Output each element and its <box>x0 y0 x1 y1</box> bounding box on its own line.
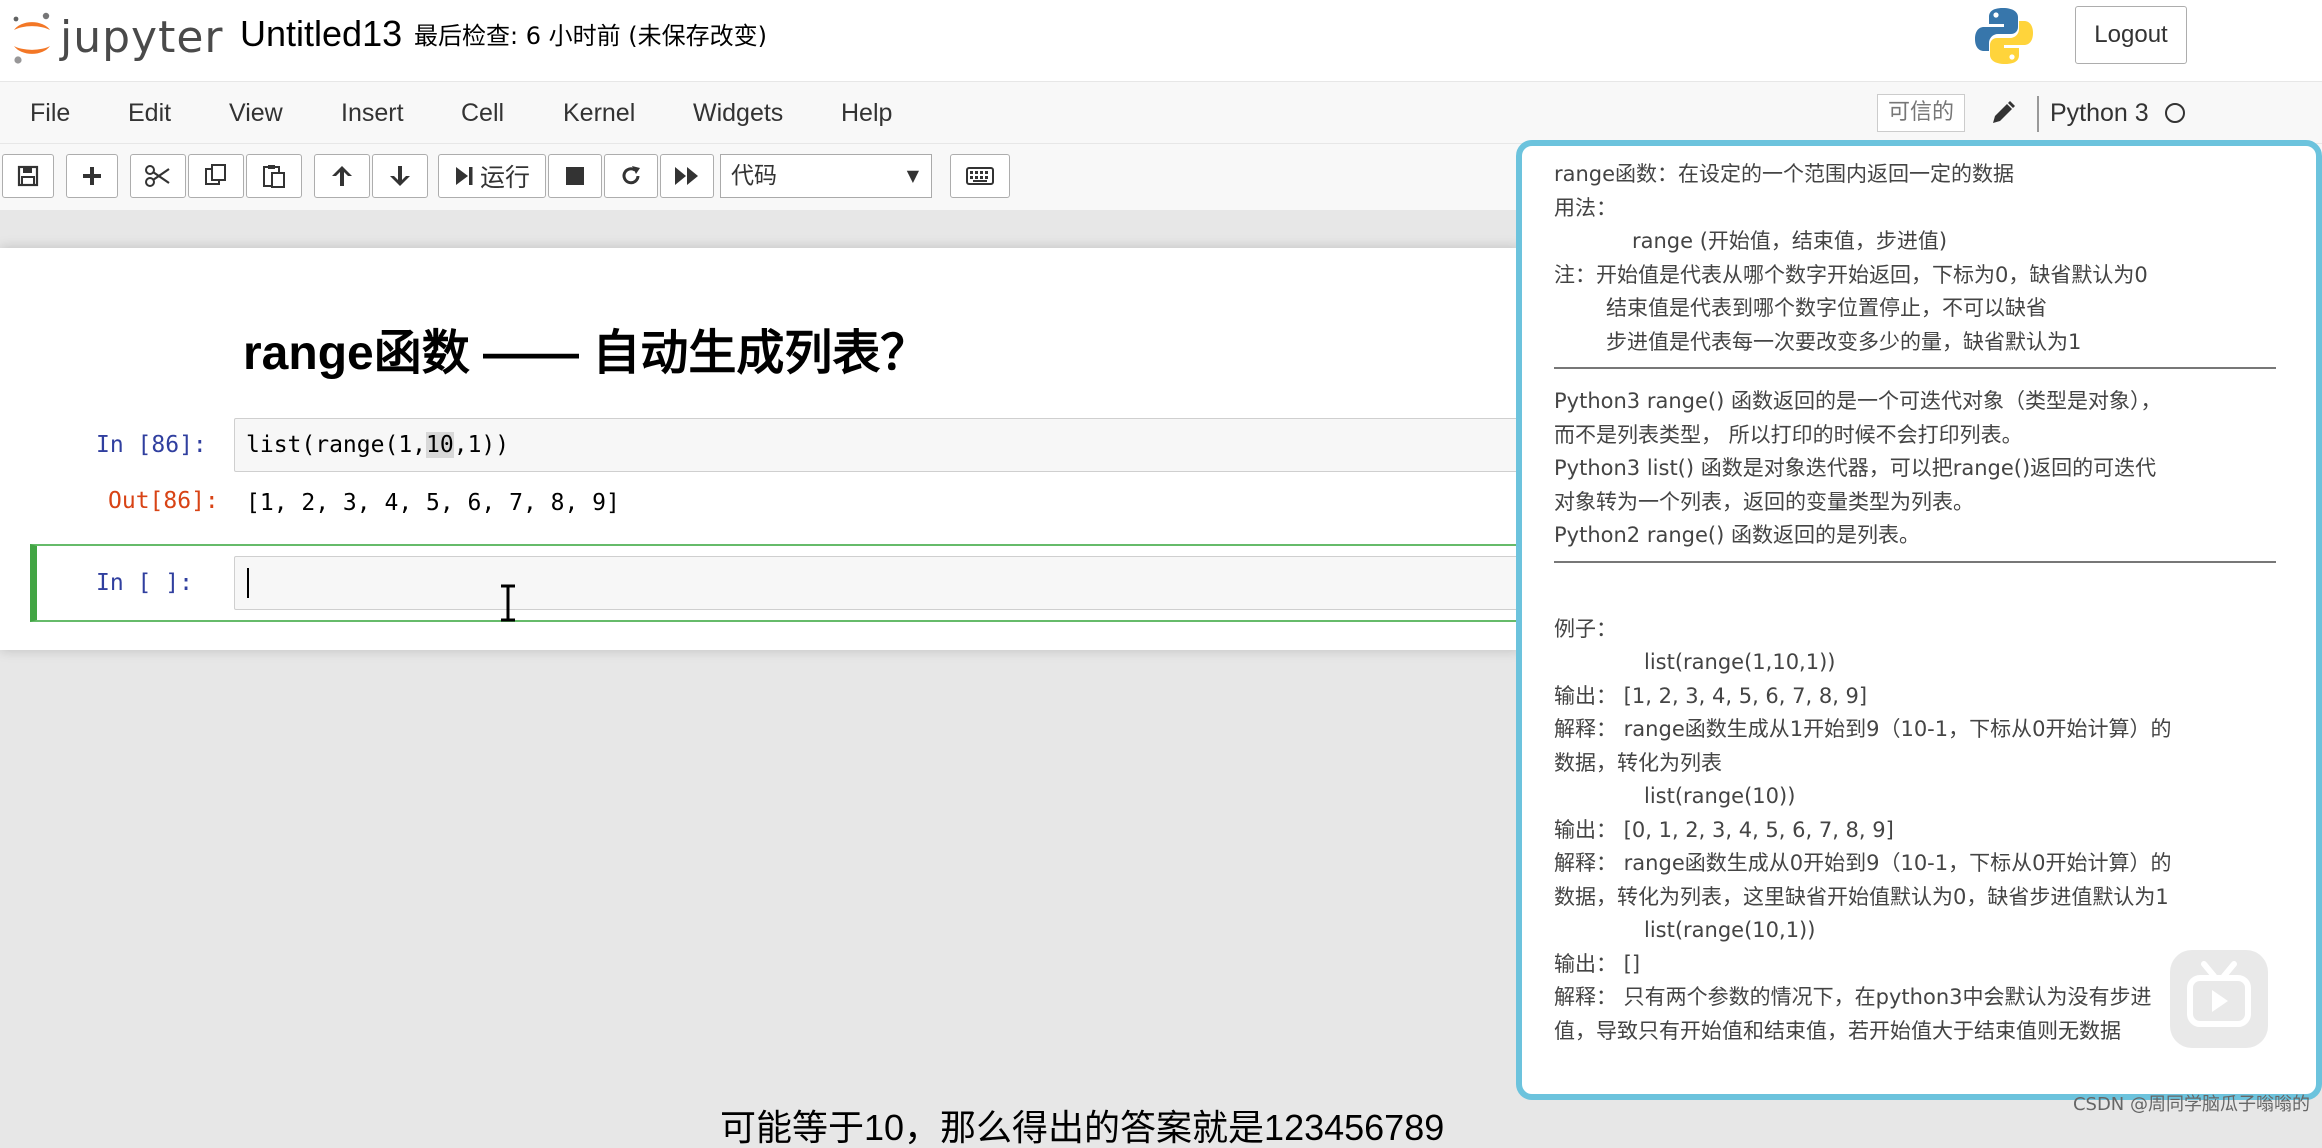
note-line: Python3 list() 函数是对象迭代器，可以把range()返回的可迭代 <box>1554 456 2157 480</box>
note-line: range函数：在设定的一个范围内返回一定的数据 <box>1554 162 2015 186</box>
checkpoint-status: 最后检查: 6 小时前 (未保存改变) <box>414 22 767 50</box>
note-line: Python3 range() 函数返回的是一个可迭代对象（类型是对象）， <box>1554 389 2162 413</box>
note-line: 输出： [1, 2, 3, 4, 5, 6, 7, 8, 9] <box>1554 683 1868 708</box>
note-line: Python2 range() 函数返回的是列表。 <box>1554 523 1920 547</box>
restart-button[interactable] <box>604 154 658 198</box>
pencil-icon[interactable] <box>1990 100 2016 126</box>
input-prompt-empty: In [ ]: <box>96 570 193 596</box>
note-line: 解释： range函数生成从1开始到9（10-1，下标从0开始计算）的 <box>1554 717 2172 741</box>
note-line: 步进值是代表每一次要改变多少的量，缺省默认为1 <box>1606 329 2082 354</box>
plus-icon <box>83 167 101 185</box>
logo-text: jupyter <box>60 12 224 63</box>
note-line: 而不是列表类型， 所以打印的时候不会打印列表。 <box>1554 422 2023 447</box>
kernel-idle-indicator <box>2165 103 2185 123</box>
run-button[interactable]: 运行 <box>438 154 546 198</box>
video-player-icon[interactable] <box>2170 950 2268 1048</box>
note-line: range (开始值，结束值，步进值) <box>1632 229 1948 253</box>
copy-icon <box>205 164 226 185</box>
copy-button[interactable] <box>188 154 244 198</box>
trusted-indicator[interactable]: 可信的 <box>1877 94 1966 132</box>
code-text-after: ,1)) <box>453 432 510 458</box>
menu-insert[interactable]: Insert <box>341 96 404 130</box>
note-line: 注：开始值是代表从哪个数字开始返回，下标为0，缺省默认为0 <box>1554 262 2148 287</box>
notes-content: range函数：在设定的一个范围内返回一定的数据 用法： range (开始值，… <box>1554 158 2314 1048</box>
code-line[interactable]: list(range(1,10,1)) <box>246 430 509 460</box>
run-label: 运行 <box>479 163 530 192</box>
save-button[interactable] <box>2 154 54 198</box>
paste-icon <box>263 165 285 188</box>
note-line: 数据，转化为列表 <box>1554 750 1722 775</box>
restart-run-all-button[interactable] <box>660 154 714 198</box>
bilibili-tv-icon <box>2187 961 2251 1027</box>
code-highlight: 10 <box>426 432 454 458</box>
note-line: 输出： [0, 1, 2, 3, 4, 5, 6, 7, 8, 9] <box>1554 817 1894 842</box>
jupyter-logo-icon <box>13 12 50 64</box>
ibeam-cursor-icon <box>501 584 515 622</box>
note-line: list(range(10,1)) <box>1644 918 1816 942</box>
note-line: 结束值是代表到哪个数字位置停止，不可以缺省 <box>1606 296 2047 320</box>
menu-cell[interactable]: Cell <box>461 96 504 130</box>
move-down-button[interactable] <box>372 154 428 198</box>
code-input-empty[interactable] <box>234 556 1524 610</box>
note-line: list(range(1,10,1)) <box>1644 650 1836 674</box>
divider <box>1554 560 2276 563</box>
divider <box>1554 367 2276 369</box>
menu-view[interactable]: View <box>229 96 283 130</box>
save-icon <box>17 165 39 187</box>
header: jupyter Untitled13 最后检查: 6 小时前 (未保存改变) L… <box>0 0 2322 82</box>
jupyter-logo[interactable]: jupyter <box>8 8 223 68</box>
interrupt-button[interactable] <box>548 154 602 198</box>
note-line: 用法： <box>1554 195 1617 220</box>
note-line: 数据，转化为列表，这里缺省开始值默认为0，缺省步进值默认为1 <box>1554 884 2169 909</box>
output-prompt: Out[86]: <box>108 488 219 514</box>
markdown-heading: range函数 —— 自动生成列表？ <box>243 327 929 380</box>
refresh-icon <box>622 166 640 185</box>
menu-help[interactable]: Help <box>841 96 892 130</box>
input-prompt: In [86]: <box>96 432 207 458</box>
python-logo-icon <box>1975 8 2033 64</box>
arrow-down-icon <box>390 166 410 186</box>
text-cursor <box>247 568 249 598</box>
chevron-down-icon: ▼ <box>906 166 919 185</box>
notebook-title[interactable]: Untitled13 <box>240 10 402 58</box>
cell-type-select[interactable]: 代码 ▼ <box>720 154 932 198</box>
video-subtitle: 可能等于10，那么得出的答案就是123456789 <box>720 1107 1445 1148</box>
keyboard-icon <box>966 167 994 185</box>
note-line: 解释： range函数生成从0开始到9（10-1，下标从0开始计算）的 <box>1554 851 2172 875</box>
arrow-up-icon <box>332 166 352 186</box>
menu-kernel[interactable]: Kernel <box>563 96 635 130</box>
code-text-before: list(range(1, <box>246 432 427 458</box>
menu-file[interactable]: File <box>30 96 70 130</box>
menubar: File Edit View Insert Cell Kernel Widget… <box>0 82 2322 144</box>
kernel-name[interactable]: Python 3 <box>2050 96 2149 130</box>
logout-button[interactable]: Logout <box>2075 6 2187 64</box>
cell-output: [1, 2, 3, 4, 5, 6, 7, 8, 9] <box>246 490 620 516</box>
menu-widgets[interactable]: Widgets <box>693 96 783 130</box>
note-line: 例子： <box>1554 616 1617 641</box>
note-line: list(range(10)) <box>1644 784 1796 808</box>
command-palette-button[interactable] <box>950 154 1010 198</box>
scissors-icon <box>145 165 170 187</box>
kernel-separator <box>2037 96 2039 132</box>
fast-forward-icon <box>675 167 698 185</box>
step-forward-icon <box>455 167 473 185</box>
watermark: CSDN @周同学脑瓜子嗡嗡的 <box>2072 1094 2310 1115</box>
menu-edit[interactable]: Edit <box>128 96 171 130</box>
stop-icon <box>566 167 584 185</box>
paste-button[interactable] <box>246 154 302 198</box>
move-up-button[interactable] <box>314 154 370 198</box>
note-line: 对象转为一个列表，返回的变量类型为列表。 <box>1554 489 1974 514</box>
cell-type-value: 代码 <box>731 163 777 189</box>
cut-button[interactable] <box>130 154 186 198</box>
insert-cell-button[interactable] <box>66 154 118 198</box>
